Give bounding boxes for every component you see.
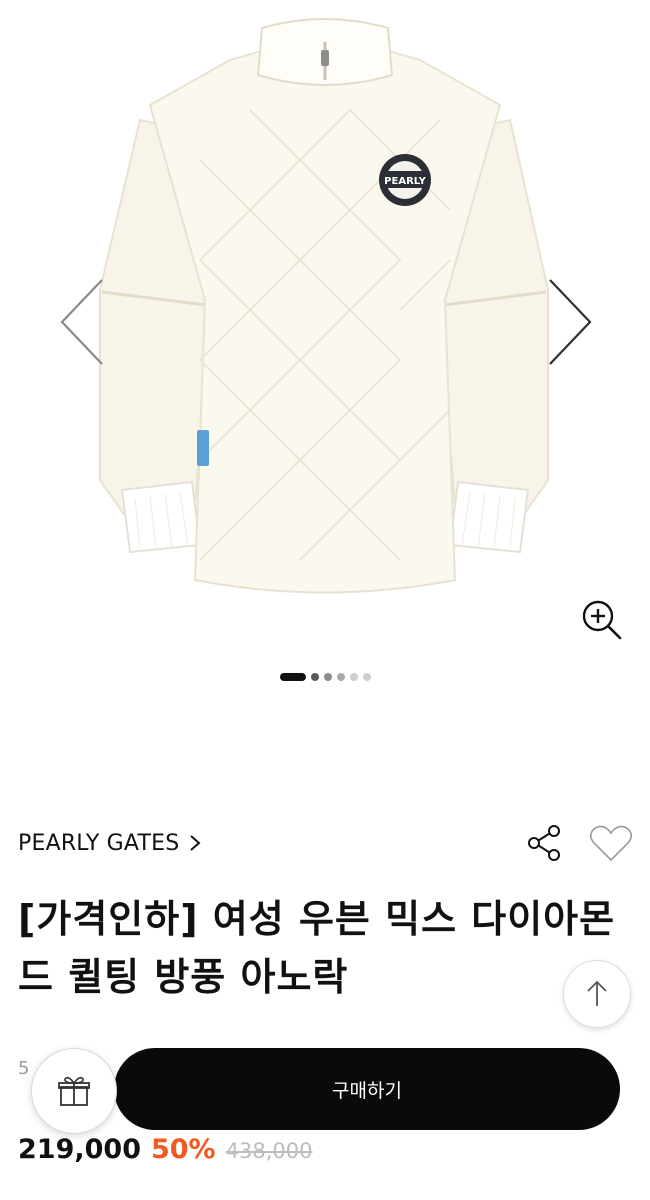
sale-price: 219,000 xyxy=(18,1134,141,1165)
chevron-right-icon xyxy=(190,835,201,851)
arrow-up-icon xyxy=(587,980,607,1006)
product-title: [가격인하] 여성 우븐 믹스 다이아몬드 퀼팅 방풍 아노락 xyxy=(18,897,616,999)
chevron-right-icon xyxy=(549,279,592,365)
pagination-dot[interactable] xyxy=(336,673,345,681)
zoom-in-icon xyxy=(582,600,622,640)
price-row: 219,000 50% 438,000 xyxy=(18,1134,312,1174)
share-button[interactable] xyxy=(524,822,566,864)
gift-icon xyxy=(58,1076,90,1106)
like-button[interactable] xyxy=(588,822,634,864)
pagination-dot[interactable] xyxy=(323,673,332,681)
gift-button[interactable] xyxy=(31,1048,117,1134)
svg-text:PEARLY: PEARLY xyxy=(384,176,426,187)
sub-price-text: 5 xyxy=(18,1058,30,1079)
brand-link[interactable]: PEARLY GATES xyxy=(18,828,201,858)
original-price: 438,000 xyxy=(225,1139,313,1163)
product-image-gallery[interactable]: PEARLY xyxy=(0,0,650,700)
buy-button[interactable]: 구매하기 xyxy=(114,1048,620,1130)
brand-logo-patch: PEARLY xyxy=(379,154,431,206)
heart-icon xyxy=(589,825,633,862)
next-image-button[interactable] xyxy=(540,272,600,372)
pagination-dot[interactable] xyxy=(349,673,358,681)
previous-image-button[interactable] xyxy=(52,272,112,372)
share-icon xyxy=(528,825,560,861)
discount-rate: 50% xyxy=(150,1134,216,1165)
image-pagination-dots[interactable] xyxy=(0,672,650,682)
pagination-dot[interactable] xyxy=(362,673,371,681)
pagination-dot[interactable] xyxy=(310,673,319,681)
chevron-left-icon xyxy=(60,279,103,365)
brand-name[interactable]: PEARLY GATES xyxy=(18,831,179,856)
scroll-to-top-button[interactable] xyxy=(563,960,631,1028)
zoom-button[interactable] xyxy=(578,596,624,642)
pagination-dot-active[interactable] xyxy=(279,673,306,681)
